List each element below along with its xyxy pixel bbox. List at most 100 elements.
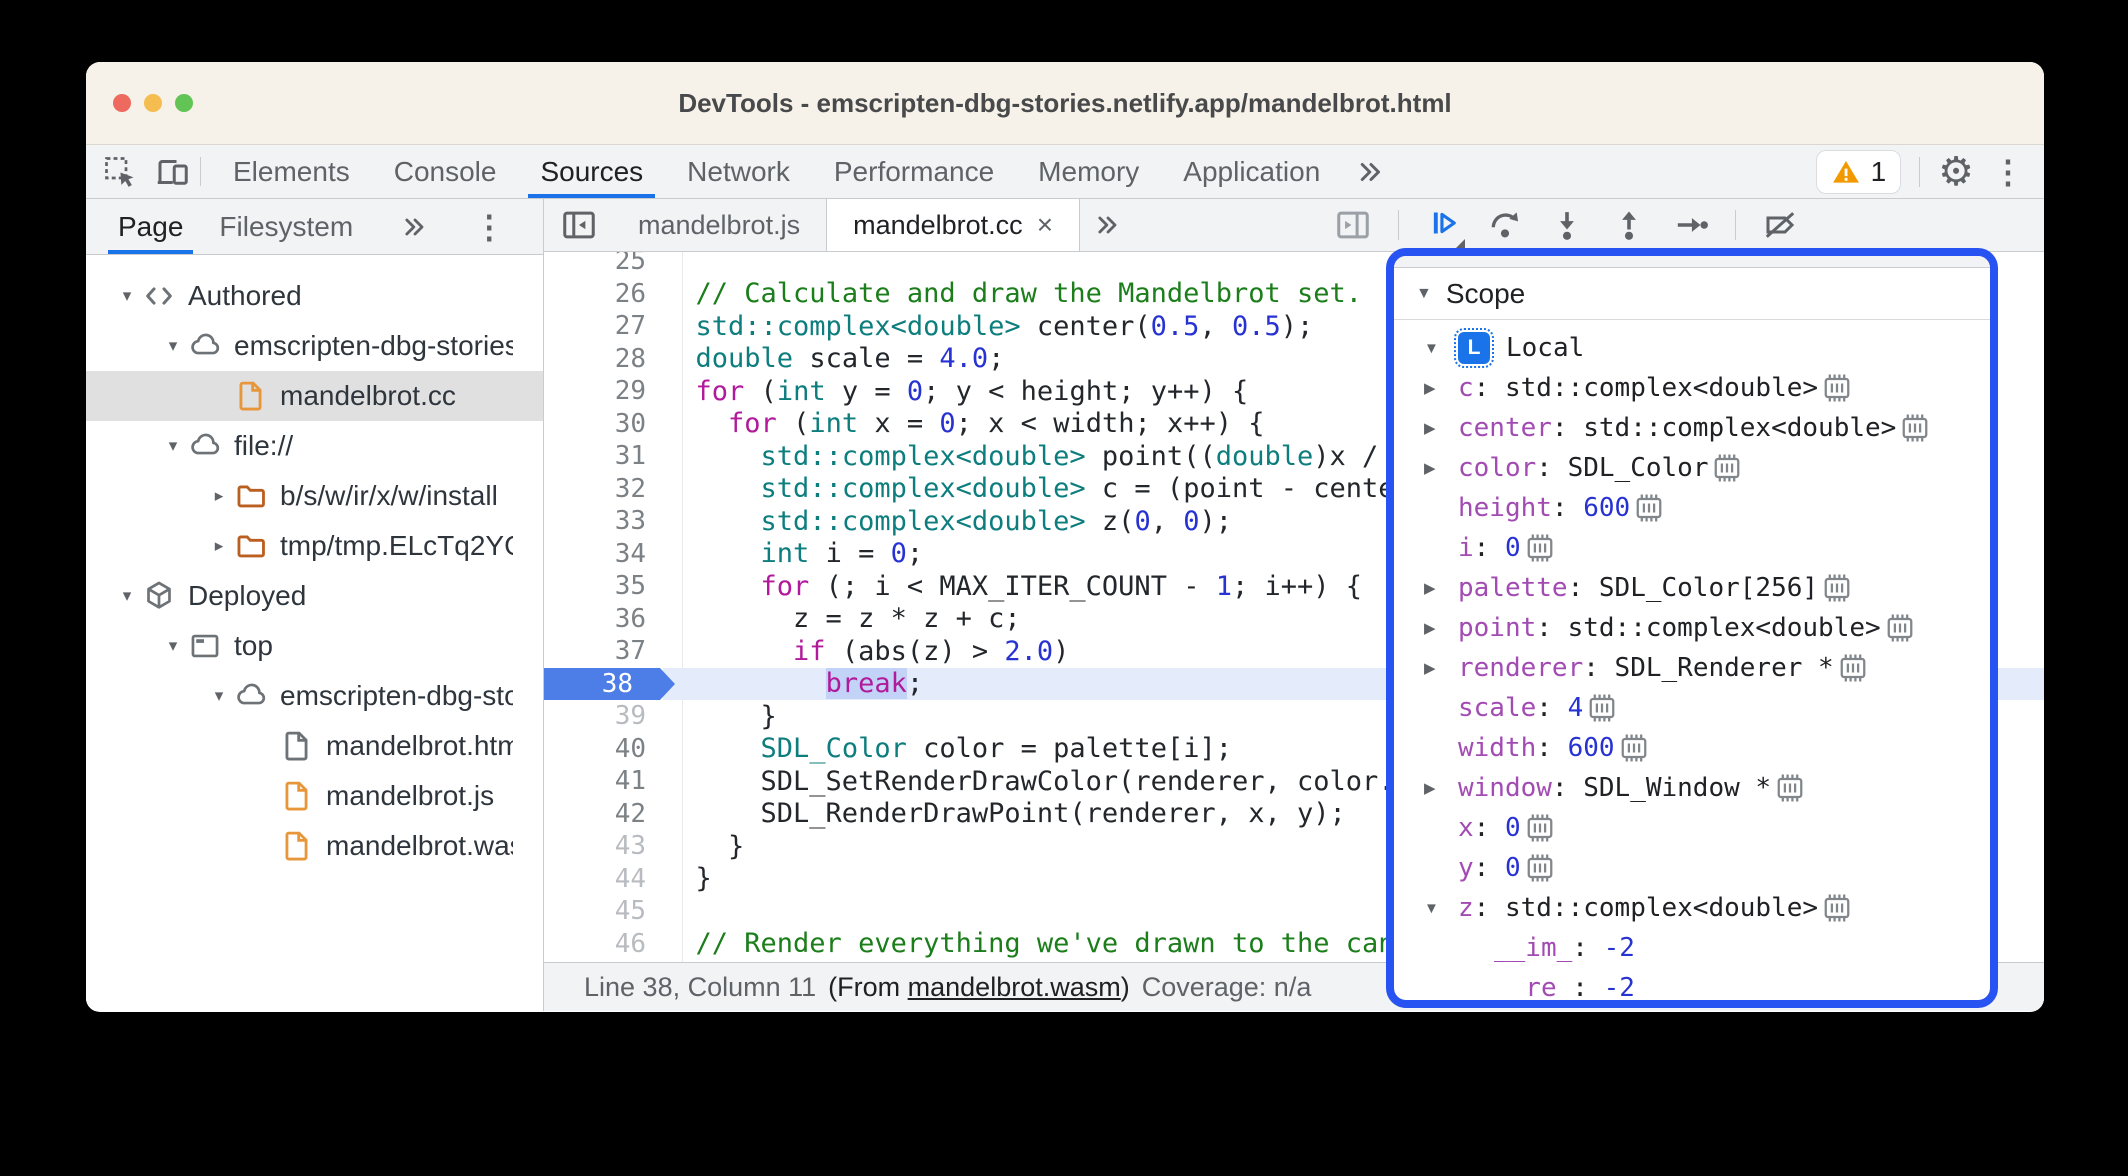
step-out-icon[interactable] bbox=[1611, 207, 1647, 243]
more-navigator-tabs-icon[interactable] bbox=[387, 199, 443, 254]
line-number[interactable]: 30 bbox=[544, 408, 660, 441]
scope-entry-center[interactable]: ▶ center: std::complex<double> bbox=[1394, 408, 1990, 448]
tree-item-b-s-w-ir-x-w-install[interactable]: ▸ b/s/w/ir/x/w/install bbox=[86, 471, 543, 521]
tree-item-mandelbrot.cc[interactable]: mandelbrot.cc bbox=[86, 371, 543, 421]
chevron-down-icon[interactable]: ▾ bbox=[160, 436, 186, 456]
scope-entry-window[interactable]: ▶ window: SDL_Window * bbox=[1394, 768, 1990, 808]
issues-badge[interactable]: 1 bbox=[1815, 149, 1902, 194]
tab-elements[interactable]: Elements bbox=[211, 145, 372, 198]
more-panels-icon[interactable] bbox=[1342, 145, 1400, 198]
step-icon[interactable] bbox=[1673, 207, 1709, 243]
tab-application[interactable]: Application bbox=[1161, 145, 1342, 198]
tree-item-mandelbrot.js[interactable]: mandelbrot.js bbox=[86, 771, 543, 821]
tree-item-file-[interactable]: ▾ file:// bbox=[86, 421, 543, 471]
tree-item-deployed[interactable]: ▾ Deployed bbox=[86, 571, 543, 621]
memory-inspector-icon[interactable] bbox=[1900, 413, 1930, 443]
step-over-icon[interactable] bbox=[1487, 207, 1523, 243]
memory-inspector-icon[interactable] bbox=[1712, 453, 1742, 483]
tab-page[interactable]: Page bbox=[100, 199, 201, 254]
toggle-right-panel-icon[interactable] bbox=[1334, 206, 1372, 244]
scope-entry-renderer[interactable]: ▶ renderer: SDL_Renderer * bbox=[1394, 648, 1990, 688]
line-number[interactable]: 45 bbox=[544, 895, 660, 928]
chevron-right-icon[interactable]: ▸ bbox=[206, 536, 232, 556]
memory-inspector-icon[interactable] bbox=[1525, 853, 1555, 883]
device-toolbar-icon[interactable] bbox=[154, 154, 190, 190]
expand-variable-icon[interactable]: ▶ bbox=[1424, 779, 1458, 797]
memory-inspector-icon[interactable] bbox=[1822, 573, 1852, 603]
memory-inspector-icon[interactable] bbox=[1885, 613, 1915, 643]
scope-entry-i[interactable]: i: 0 bbox=[1394, 528, 1990, 568]
devtools-menu-icon[interactable]: ⋮ bbox=[1992, 153, 2024, 191]
expand-variable-icon[interactable]: ▶ bbox=[1424, 459, 1458, 477]
line-number[interactable]: 26 bbox=[544, 278, 660, 311]
line-number[interactable]: 35 bbox=[544, 570, 660, 603]
line-number[interactable]: 34 bbox=[544, 538, 660, 571]
expand-variable-icon[interactable]: ▶ bbox=[1424, 659, 1458, 677]
line-number[interactable]: 28 bbox=[544, 343, 660, 376]
line-number[interactable]: 41 bbox=[544, 765, 660, 798]
close-window-button[interactable] bbox=[113, 94, 131, 112]
navigator-menu-icon[interactable]: ⋮ bbox=[473, 199, 505, 254]
memory-inspector-icon[interactable] bbox=[1634, 493, 1664, 523]
resume-script-icon[interactable] bbox=[1425, 205, 1461, 241]
scope-section-header[interactable]: ▼ Scope bbox=[1394, 268, 1990, 320]
tree-item-mandelbrot.html[interactable]: mandelbrot.html bbox=[86, 721, 543, 771]
editor-tab-mandelbrot.cc[interactable]: mandelbrot.cc × bbox=[826, 199, 1081, 251]
tree-item-top[interactable]: ▾ top bbox=[86, 621, 543, 671]
close-tab-icon[interactable]: × bbox=[1037, 209, 1053, 241]
line-number[interactable]: 36 bbox=[544, 603, 660, 636]
tree-item-emscripten-dbg-stor[interactable]: ▾ emscripten-dbg-stor bbox=[86, 671, 543, 721]
inspect-element-icon[interactable] bbox=[102, 154, 138, 190]
memory-inspector-icon[interactable] bbox=[1822, 893, 1852, 923]
line-number[interactable]: 39 bbox=[544, 700, 660, 733]
line-number[interactable]: 25 bbox=[544, 252, 660, 278]
memory-inspector-icon[interactable] bbox=[1619, 733, 1649, 763]
scope-entry-z[interactable]: ▼ z: std::complex<double> bbox=[1394, 888, 1990, 928]
tab-filesystem[interactable]: Filesystem bbox=[201, 199, 371, 254]
collapse-local-icon[interactable]: ▼ bbox=[1424, 340, 1458, 357]
deactivate-breakpoints-icon[interactable] bbox=[1762, 207, 1798, 243]
tab-network[interactable]: Network bbox=[665, 145, 812, 198]
scope-entry-height[interactable]: height: 600 bbox=[1394, 488, 1990, 528]
chevron-right-icon[interactable]: ▸ bbox=[206, 486, 232, 506]
memory-inspector-icon[interactable] bbox=[1775, 773, 1805, 803]
memory-inspector-icon[interactable] bbox=[1838, 653, 1868, 683]
tab-memory[interactable]: Memory bbox=[1016, 145, 1161, 198]
line-number[interactable]: 37 bbox=[544, 635, 660, 668]
line-number[interactable]: 42 bbox=[544, 798, 660, 831]
zoom-window-button[interactable] bbox=[175, 94, 193, 112]
scope-entry-width[interactable]: width: 600 bbox=[1394, 728, 1990, 768]
scope-entry-y[interactable]: y: 0 bbox=[1394, 848, 1990, 888]
tree-item-tmp-tmp.elctq2ygn[interactable]: ▸ tmp/tmp.ELcTq2YGN bbox=[86, 521, 543, 571]
memory-inspector-icon[interactable] bbox=[1822, 373, 1852, 403]
line-number[interactable]: 33 bbox=[544, 505, 660, 538]
chevron-down-icon[interactable]: ▾ bbox=[114, 286, 140, 306]
tab-performance[interactable]: Performance bbox=[812, 145, 1016, 198]
execution-line-number[interactable]: 38 bbox=[544, 667, 675, 700]
line-number[interactable]: 31 bbox=[544, 440, 660, 473]
chevron-down-icon[interactable]: ▾ bbox=[114, 586, 140, 606]
collapse-variable-icon[interactable]: ▼ bbox=[1424, 900, 1458, 917]
editor-tab-mandelbrot.js[interactable]: mandelbrot.js bbox=[612, 199, 826, 251]
scope-entry-point[interactable]: ▶ point: std::complex<double> bbox=[1394, 608, 1990, 648]
expand-variable-icon[interactable]: ▶ bbox=[1424, 579, 1458, 597]
line-number[interactable]: 43 bbox=[544, 830, 660, 863]
scope-entry-scale[interactable]: scale: 4 bbox=[1394, 688, 1990, 728]
more-editor-tabs-icon[interactable] bbox=[1080, 199, 1136, 251]
scope-entry-__re_[interactable]: __re_: -2 bbox=[1394, 968, 1990, 1000]
collapse-scope-icon[interactable]: ▼ bbox=[1416, 285, 1432, 303]
chevron-down-icon[interactable]: ▾ bbox=[206, 686, 232, 706]
scope-entry-x[interactable]: x: 0 bbox=[1394, 808, 1990, 848]
line-number[interactable]: 40 bbox=[544, 733, 660, 766]
scope-entry-color[interactable]: ▶ color: SDL_Color bbox=[1394, 448, 1990, 488]
tree-item-emscripten-dbg-stories[interactable]: ▾ emscripten-dbg-stories bbox=[86, 321, 543, 371]
settings-gear-icon[interactable]: ⚙ bbox=[1938, 152, 1974, 192]
scope-entry-c[interactable]: ▶ c: std::complex<double> bbox=[1394, 368, 1990, 408]
line-number[interactable]: 27 bbox=[544, 310, 660, 343]
chevron-down-icon[interactable]: ▾ bbox=[160, 336, 186, 356]
line-number[interactable]: 32 bbox=[544, 473, 660, 506]
line-number[interactable]: 44 bbox=[544, 863, 660, 896]
memory-inspector-icon[interactable] bbox=[1525, 813, 1555, 843]
tree-item-mandelbrot.wasm[interactable]: mandelbrot.wasm bbox=[86, 821, 543, 871]
chevron-down-icon[interactable]: ▾ bbox=[160, 636, 186, 656]
